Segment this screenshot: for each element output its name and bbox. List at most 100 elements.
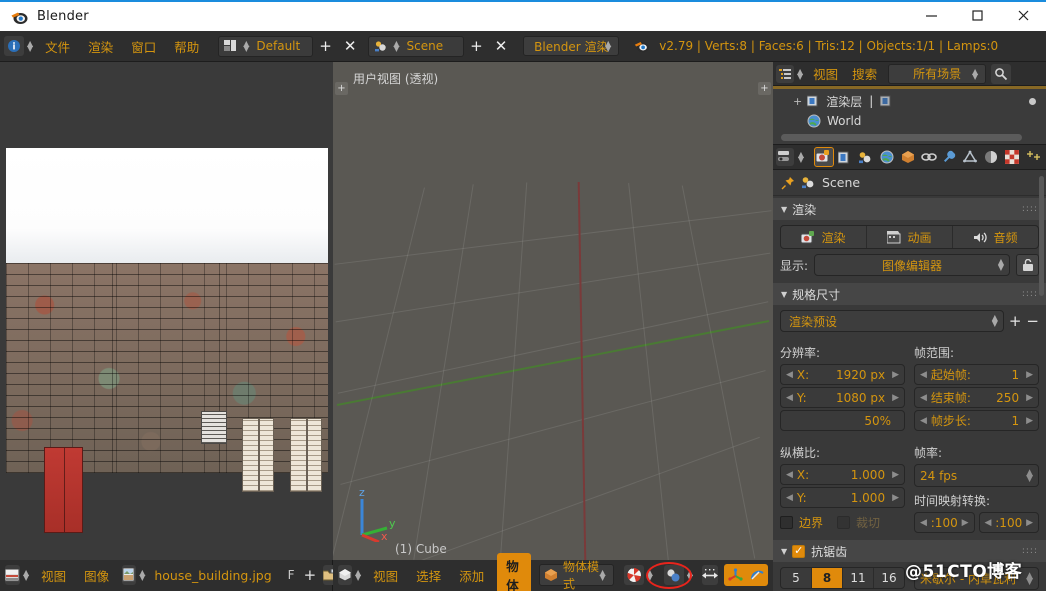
menu-render[interactable]: 渲染	[79, 37, 122, 56]
maximize-button[interactable]	[954, 1, 1000, 30]
image-editor-chevrons[interactable]: ▲ ▼	[23, 569, 29, 582]
render-preset-dropdown[interactable]: 渲染预设 ▲ ▼	[780, 310, 1004, 332]
uv-image-editor-icon[interactable]	[5, 565, 20, 585]
aa-sample-11[interactable]: 11	[843, 568, 874, 588]
pivot-chevrons[interactable]: ▲ ▼	[687, 569, 693, 582]
search-icon[interactable]	[991, 63, 1012, 84]
minimize-button[interactable]	[908, 1, 954, 30]
outliner-item-world[interactable]: World	[773, 111, 1046, 131]
border-checkbox-row[interactable]: 边界	[780, 514, 823, 531]
render-image-button[interactable]: 渲染	[781, 226, 867, 248]
remove-screen-button[interactable]: ✕	[338, 37, 363, 55]
properties-tab-particles[interactable]	[1023, 147, 1043, 167]
viewport-menu-view[interactable]: 视图	[364, 566, 407, 585]
menu-file[interactable]: 文件	[36, 37, 79, 56]
pivot-median-point-icon[interactable]	[663, 565, 684, 585]
outliner-editor-chevrons[interactable]: ▲ ▼	[797, 67, 803, 80]
properties-tab-material[interactable]	[981, 147, 1001, 167]
panel-header-dimensions[interactable]: ▼ 规格尺寸 ::::	[773, 283, 1046, 305]
textured-shading-icon[interactable]	[623, 565, 644, 585]
properties-editor-icon[interactable]	[776, 148, 794, 166]
pin-icon[interactable]	[781, 176, 795, 190]
interaction-mode-dropdown[interactable]: 物体模式 ▲ ▼	[539, 560, 614, 591]
viewport-editor-chevrons[interactable]: ▲ ▼	[355, 569, 361, 582]
add-preset-button[interactable]: +	[1009, 312, 1022, 330]
outliner-item-render-layers[interactable]: + 渲染层 |	[773, 91, 1046, 111]
pivot-point-dropdown[interactable]: ▲ ▼	[663, 565, 696, 585]
fake-user-button[interactable]: F	[288, 568, 295, 582]
toolbar-toggle-left[interactable]: +	[335, 82, 348, 95]
snap-magnet-icon[interactable]	[702, 565, 718, 585]
scene-value[interactable]: Scene	[403, 39, 462, 53]
resolution-y-field[interactable]: ◀ Y: 1080 px ▶	[780, 387, 905, 408]
remove-scene-button[interactable]: ✕	[489, 37, 514, 55]
frame-start-field[interactable]: ◀ 起始帧: 1 ▶	[914, 364, 1039, 385]
shading-chevrons[interactable]: ▲ ▼	[647, 569, 653, 582]
remove-preset-button[interactable]: −	[1026, 312, 1039, 330]
border-checkbox[interactable]	[780, 516, 793, 529]
properties-tab-render-layers[interactable]	[835, 147, 855, 167]
restrict-column-dot[interactable]	[1029, 97, 1036, 105]
scene-chevrons[interactable]: ▲ ▼	[393, 40, 399, 53]
render-audio-button[interactable]: 音频	[953, 226, 1038, 248]
screen-layout-chevrons[interactable]: ▲ ▼	[243, 40, 249, 53]
add-screen-button[interactable]: +	[313, 37, 338, 55]
timemap-old-field[interactable]: ◀ :100 ▶	[914, 512, 975, 533]
viewport-menu-select[interactable]: 选择	[407, 566, 450, 585]
screen-layout-icon[interactable]	[221, 37, 240, 56]
info-editor-chevrons[interactable]: ▲ ▼	[27, 40, 33, 53]
display-mode-dropdown[interactable]: 图像编辑器 ▲ ▼	[814, 254, 1010, 276]
image-menu-image[interactable]: 图像	[75, 566, 118, 585]
properties-tab-data[interactable]	[960, 147, 980, 167]
menu-window[interactable]: 窗口	[122, 37, 165, 56]
aa-sample-5[interactable]: 5	[781, 568, 812, 588]
aspect-y-field[interactable]: ◀ Y: 1.000 ▶	[780, 487, 905, 508]
properties-tab-scene[interactable]	[856, 147, 876, 167]
viewport-shading-dropdown[interactable]: ▲ ▼	[623, 565, 656, 585]
fps-dropdown[interactable]: 24 fps ▲ ▼	[914, 464, 1039, 487]
frame-step-field[interactable]: ◀ 帧步长: 1 ▶	[914, 410, 1039, 431]
properties-tab-modifiers[interactable]	[939, 147, 959, 167]
menu-help[interactable]: 帮助	[165, 37, 208, 56]
image-menu-view[interactable]: 视图	[32, 566, 75, 585]
properties-editor-chevrons[interactable]: ▲ ▼	[798, 151, 804, 164]
new-image-button[interactable]: +	[304, 566, 317, 584]
lock-interface-icon[interactable]	[1016, 254, 1039, 276]
outliner-editor-icon[interactable]	[776, 64, 794, 83]
resolution-x-field[interactable]: ◀ X: 1920 px ▶	[780, 364, 905, 385]
image-datablock-icon[interactable]	[122, 565, 137, 585]
properties-tab-texture[interactable]	[1002, 147, 1022, 167]
image-canvas[interactable]	[0, 62, 333, 560]
image-datablock-chevrons[interactable]: ▲ ▼	[139, 569, 145, 582]
antialiasing-checkbox[interactable]	[792, 544, 806, 558]
image-name-field[interactable]: house_building.jpg	[148, 568, 271, 583]
add-scene-button[interactable]: +	[464, 37, 489, 55]
info-editor-icon[interactable]	[4, 36, 24, 56]
resolution-percentage-field[interactable]: 50%	[780, 410, 905, 431]
rotate-manipulator-icon[interactable]	[746, 564, 768, 586]
timemap-new-field[interactable]: ◀ :100 ▶	[978, 512, 1039, 533]
aa-sample-16[interactable]: 16	[874, 568, 904, 588]
viewport-menu-add[interactable]: 添加	[450, 566, 493, 585]
3d-viewport[interactable]: 用户视图 (透视) (1) Cube z y x + +	[333, 62, 974, 560]
outliner-display-mode-dropdown[interactable]: 所有场景 ▲ ▼	[888, 63, 987, 84]
outliner-menu-search[interactable]: 搜索	[845, 64, 884, 83]
panel-header-render[interactable]: ▼ 渲染 ::::	[773, 198, 1046, 220]
properties-tab-world[interactable]	[877, 147, 897, 167]
outliner-menu-view[interactable]: 视图	[806, 64, 845, 83]
translate-manipulator-icon[interactable]	[724, 564, 746, 586]
render-engine-dropdown[interactable]: Blender 渲染 ▲ ▼	[523, 36, 620, 56]
outliner-tree[interactable]: + 渲染层 | World	[773, 86, 1046, 144]
properties-tab-constraints[interactable]	[919, 147, 939, 167]
3d-view-editor-icon[interactable]	[338, 565, 352, 585]
outliner-horizontal-scrollbar[interactable]	[781, 134, 1022, 141]
aa-sample-8[interactable]: 8	[812, 568, 843, 588]
frame-end-field[interactable]: ◀ 结束帧: 250 ▶	[914, 387, 1039, 408]
toolbar-toggle-right[interactable]: +	[758, 82, 771, 95]
aspect-x-field[interactable]: ◀ X: 1.000 ▶	[780, 464, 905, 485]
scene-icon[interactable]	[371, 37, 390, 56]
properties-tab-render[interactable]	[814, 147, 834, 167]
render-animation-button[interactable]: 动画	[867, 226, 953, 248]
properties-tab-object[interactable]	[898, 147, 918, 167]
close-button[interactable]	[1000, 1, 1046, 30]
